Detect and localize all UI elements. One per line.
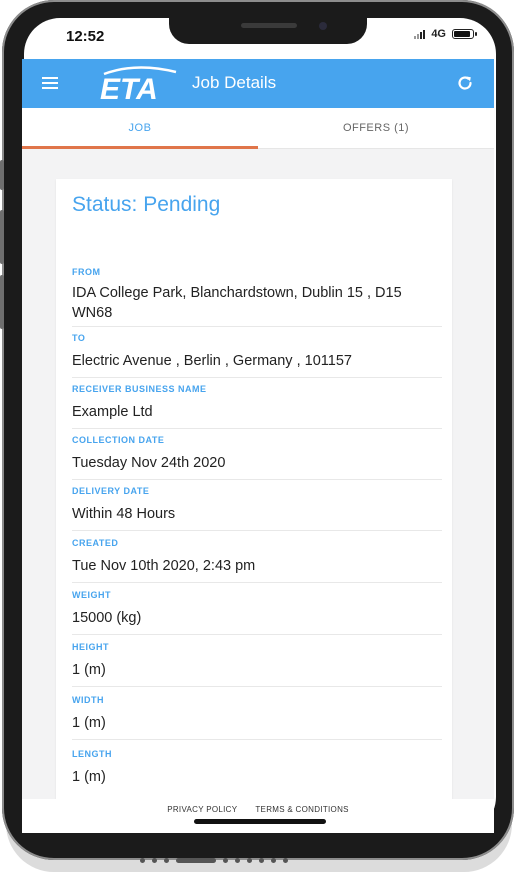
field-label-created: CREATED bbox=[72, 538, 119, 548]
field-label-length: LENGTH bbox=[72, 749, 112, 759]
app-bar: ETA Job Details bbox=[22, 59, 494, 108]
field-value-receiver: Example Ltd bbox=[72, 404, 153, 420]
field-label-collection-date: COLLECTION DATE bbox=[72, 435, 165, 445]
field-label-weight: WEIGHT bbox=[72, 590, 111, 600]
logo-text: ETA bbox=[100, 73, 158, 102]
mute-switch bbox=[0, 160, 4, 190]
field-value-delivery-date: Within 48 Hours bbox=[72, 506, 176, 522]
divider bbox=[72, 582, 442, 583]
divider bbox=[72, 326, 442, 327]
field-label-delivery-date: DELIVERY DATE bbox=[72, 486, 150, 496]
hamburger-menu-icon[interactable] bbox=[42, 77, 58, 92]
volume-down-button bbox=[0, 275, 4, 329]
field-value-length: 1 (m) bbox=[72, 769, 106, 785]
field-value-height: 1 (m) bbox=[72, 662, 106, 678]
field-label-receiver: RECEIVER BUSINESS NAME bbox=[72, 384, 207, 394]
speaker-dots bbox=[140, 855, 380, 865]
divider bbox=[72, 739, 442, 740]
tab-offers[interactable]: OFFERS (1) bbox=[258, 108, 494, 148]
refresh-icon[interactable] bbox=[456, 74, 474, 92]
footer: PRIVACY POLICY TERMS & CONDITIONS bbox=[22, 799, 494, 833]
notch bbox=[169, 18, 367, 44]
speaker-grill bbox=[241, 23, 297, 28]
divider bbox=[72, 479, 442, 480]
divider bbox=[72, 377, 442, 378]
divider bbox=[72, 530, 442, 531]
eta-logo: ETA bbox=[100, 66, 177, 102]
page-title: Job Details bbox=[192, 73, 277, 92]
field-value-to: Electric Avenue , Berlin , Germany , 101… bbox=[72, 353, 352, 369]
tab-bar: JOB OFFERS (1) bbox=[22, 108, 494, 149]
field-value-collection-date: Tuesday Nov 24th 2020 bbox=[72, 455, 226, 471]
divider bbox=[72, 428, 442, 429]
divider bbox=[72, 634, 442, 635]
field-value-created: Tue Nov 10th 2020, 2:43 pm bbox=[72, 558, 256, 574]
front-camera bbox=[319, 22, 327, 30]
tab-job[interactable]: JOB bbox=[22, 108, 258, 148]
volume-up-button bbox=[0, 210, 4, 264]
field-value-width: 1 (m) bbox=[72, 715, 106, 731]
home-indicator[interactable] bbox=[194, 819, 326, 824]
field-label-height: HEIGHT bbox=[72, 642, 110, 652]
app-root: ETA Job Details JOB OFFERS (1) Status: P… bbox=[22, 18, 494, 833]
field-label-width: WIDTH bbox=[72, 695, 104, 705]
divider bbox=[72, 686, 442, 687]
job-details-card: Status: Pending FROM IDA College Park, B… bbox=[56, 179, 452, 819]
field-label-to: TO bbox=[72, 333, 86, 343]
field-value-from: IDA College Park, Blanchardstown, Dublin… bbox=[72, 285, 402, 321]
field-value-weight: 15000 (kg) bbox=[72, 610, 142, 626]
job-status: Status: Pending bbox=[72, 193, 221, 216]
field-label-from: FROM bbox=[72, 267, 101, 277]
job-content: Status: Pending FROM IDA College Park, B… bbox=[22, 149, 494, 819]
